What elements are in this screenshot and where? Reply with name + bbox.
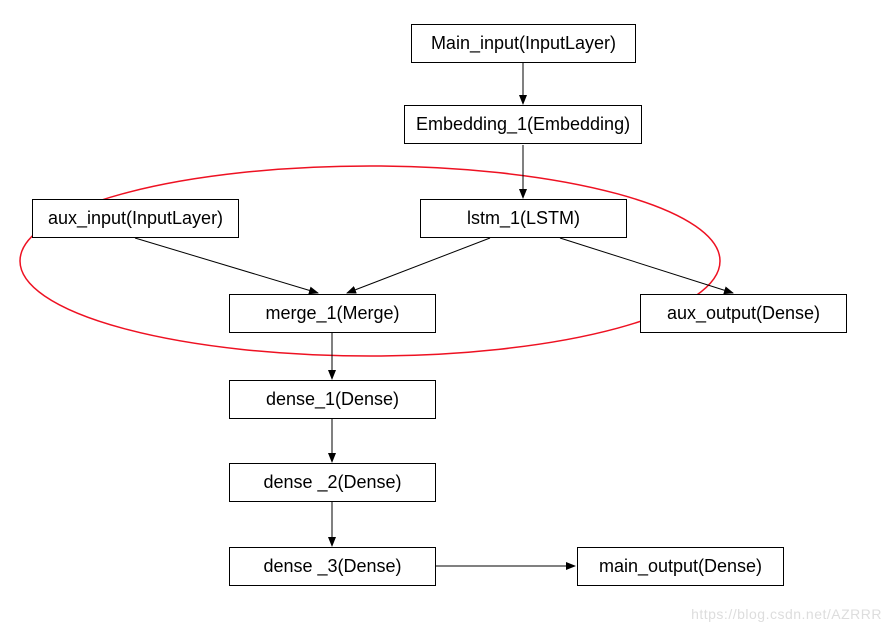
node-lstm-1-label: lstm_1(LSTM) (467, 208, 580, 229)
node-dense-3-label: dense _3(Dense) (263, 556, 401, 577)
node-embedding-1: Embedding_1(Embedding) (404, 105, 642, 144)
node-lstm-1: lstm_1(LSTM) (420, 199, 627, 238)
node-embedding-1-label: Embedding_1(Embedding) (416, 114, 630, 135)
node-main-input: Main_input(InputLayer) (411, 24, 636, 63)
node-merge-1: merge_1(Merge) (229, 294, 436, 333)
node-dense-1: dense_1(Dense) (229, 380, 436, 419)
node-dense-3: dense _3(Dense) (229, 547, 436, 586)
node-aux-output: aux_output(Dense) (640, 294, 847, 333)
edge-aux-input-merge (135, 238, 318, 293)
node-dense-1-label: dense_1(Dense) (266, 389, 399, 410)
node-dense-2: dense _2(Dense) (229, 463, 436, 502)
node-dense-2-label: dense _2(Dense) (263, 472, 401, 493)
edge-lstm-merge (347, 238, 490, 293)
node-aux-output-label: aux_output(Dense) (667, 303, 820, 324)
node-main-output-label: main_output(Dense) (599, 556, 762, 577)
node-main-output: main_output(Dense) (577, 547, 784, 586)
watermark-text: https://blog.csdn.net/AZRRR (691, 606, 882, 622)
node-main-input-label: Main_input(InputLayer) (431, 33, 616, 54)
node-merge-1-label: merge_1(Merge) (265, 303, 399, 324)
node-aux-input: aux_input(InputLayer) (32, 199, 239, 238)
node-aux-input-label: aux_input(InputLayer) (48, 208, 223, 229)
edge-lstm-aux-output (560, 238, 733, 293)
